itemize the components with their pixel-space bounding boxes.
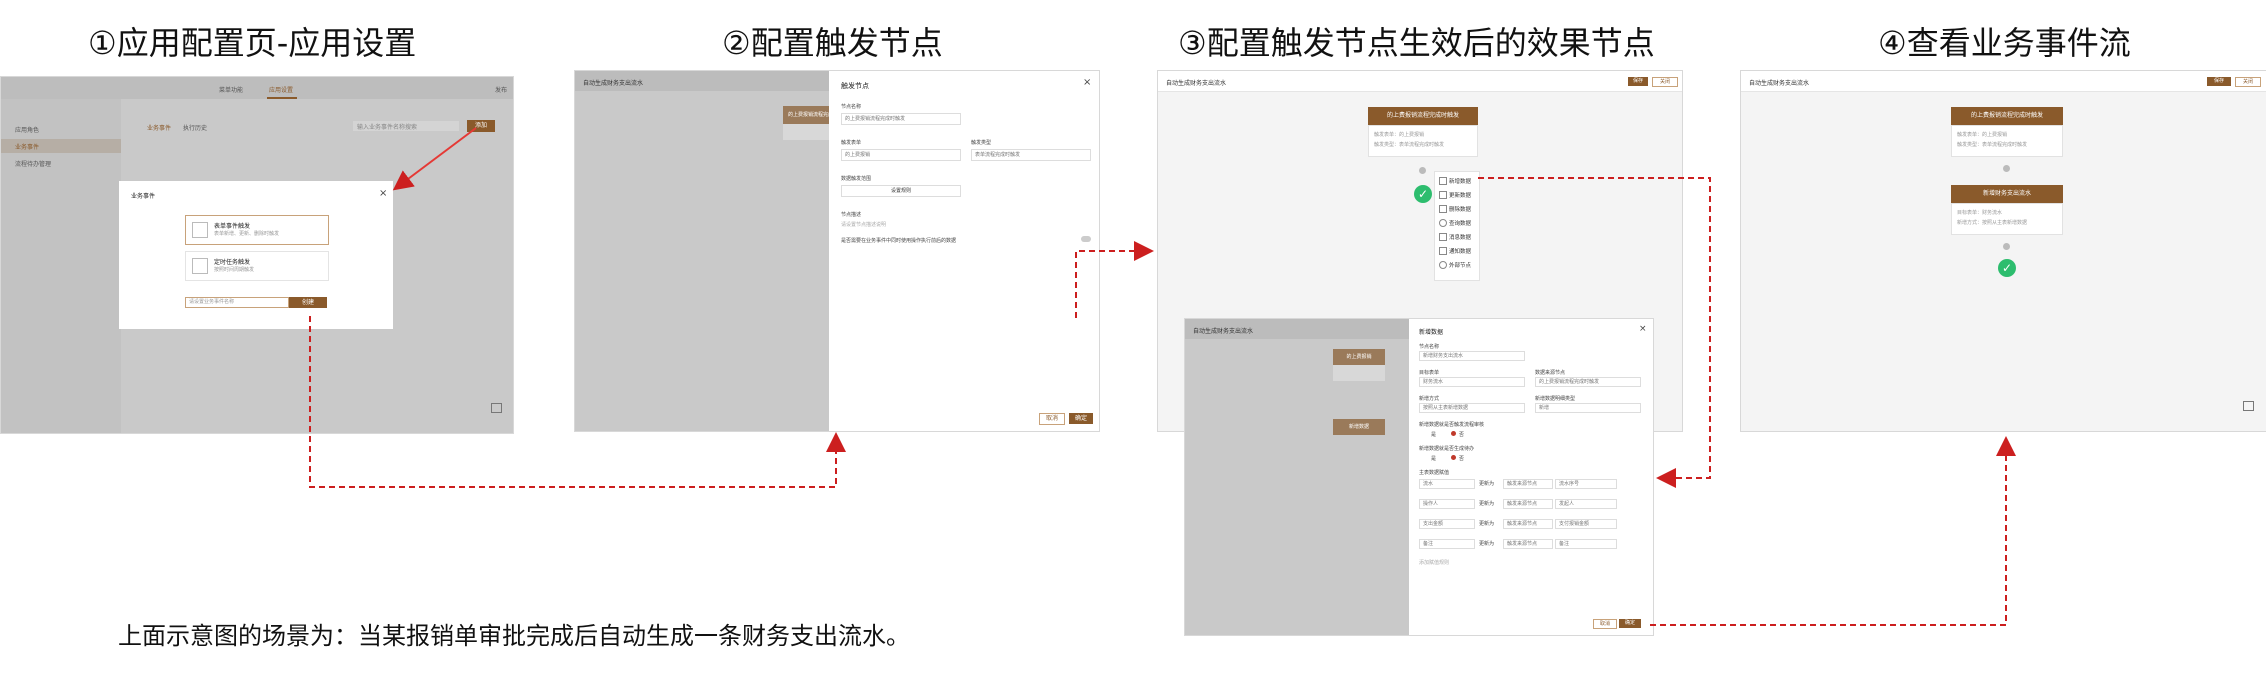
arrow-add-to-dialog: [392, 127, 477, 191]
arrow-step3-to-step4: [1650, 436, 2016, 626]
arrow-menu-to-drawer: [1478, 177, 1711, 488]
arrow-step1-to-step2: [309, 316, 846, 488]
arrow-step2-to-step3: [1075, 241, 1154, 318]
connector-arrows: [309, 127, 2016, 626]
